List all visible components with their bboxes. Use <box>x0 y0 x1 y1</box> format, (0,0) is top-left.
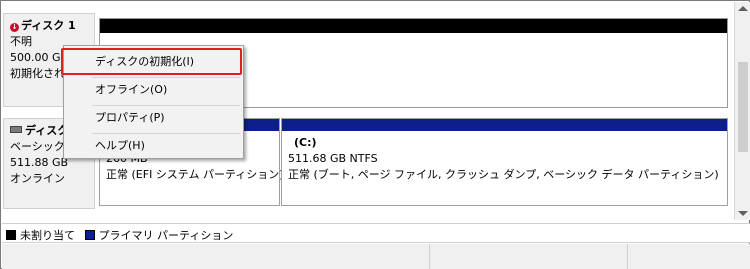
unallocated-bar <box>100 19 727 33</box>
c-partition[interactable]: (C:) 511.68 GB NTFS 正常 (ブート, ページ ファイル, ク… <box>281 118 728 206</box>
scroll-up-icon[interactable] <box>738 6 748 11</box>
status-divider <box>429 244 430 269</box>
disk-icon <box>10 126 22 133</box>
error-icon: ↓ <box>10 23 19 32</box>
legend-item-primary: プライマリ パーティション <box>84 229 233 242</box>
legend: 未割り当て プライマリ パーティション <box>2 223 750 243</box>
unallocated-swatch <box>6 230 16 240</box>
primary-partition-bar <box>282 119 727 131</box>
disk-0-state: オンライン <box>10 172 65 185</box>
status-bar <box>2 244 750 269</box>
disk-1-title: ディスク 1 <box>21 19 76 32</box>
scroll-down-icon[interactable] <box>738 211 748 216</box>
efi-partition-status: 正常 (EFI システム パーティション) <box>106 168 284 181</box>
c-partition-size: 511.68 GB NTFS <box>288 152 378 165</box>
menu-item-properties[interactable]: プロパティ(P) <box>65 105 242 131</box>
menu-item-offline[interactable]: オフライン(O) <box>65 77 242 103</box>
legend-item-unallocated: 未割り当て <box>6 229 75 242</box>
highlight-box <box>61 48 242 75</box>
c-partition-status: 正常 (ブート, ページ ファイル, クラッシュ ダンプ, ベーシック データ … <box>288 168 719 181</box>
c-partition-name: (C:) <box>294 136 317 149</box>
vertical-scrollbar[interactable] <box>734 2 750 220</box>
scrollbar-thumb[interactable] <box>738 62 748 152</box>
disk-management-panel: ↓ ディスク 1 不明 500.00 GB 初期化され ディスク ベーシック 51… <box>0 0 750 269</box>
primary-swatch <box>84 230 95 240</box>
disk-0-title: ディスク <box>25 124 69 137</box>
status-divider <box>627 244 628 269</box>
menu-item-help[interactable]: ヘルプ(H) <box>65 133 242 159</box>
